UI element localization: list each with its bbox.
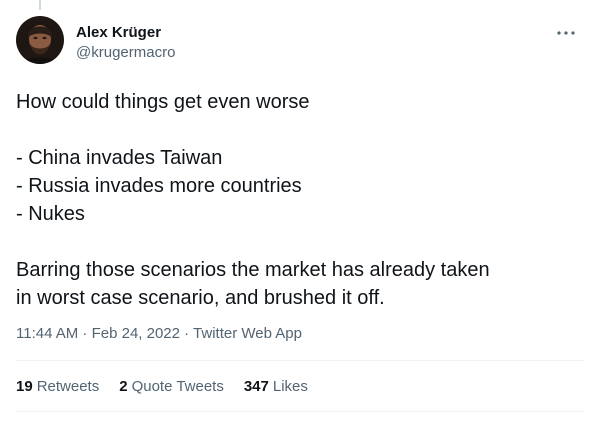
tweet-line: - China invades Taiwan	[16, 147, 223, 169]
tweet-line: - Nukes	[16, 203, 85, 225]
retweets-stat[interactable]: 19 Retweets	[16, 378, 99, 395]
thread-connector-line	[39, 0, 41, 10]
likes-count: 347	[243, 377, 269, 395]
display-name[interactable]: Alex Krüger	[76, 23, 175, 43]
quote-tweets-stat[interactable]: 2 Quote Tweets	[119, 378, 224, 395]
tweet-line: How could things get even worse	[16, 91, 310, 113]
user-identity[interactable]: Alex Krüger @krugermacro	[76, 23, 175, 63]
tweet-line: in worst case scenario, and brushed it o…	[16, 287, 385, 309]
likes-label: Likes	[272, 377, 308, 395]
tweet-line: - Russia invades more countries	[16, 175, 302, 197]
tweet-header: Alex Krüger @krugermacro	[16, 12, 584, 70]
retweets-label: Retweets	[36, 377, 100, 395]
more-options-button[interactable]	[556, 26, 576, 40]
quote-tweets-label: Quote Tweets	[131, 377, 224, 395]
tweet-stats: 19 Retweets 2 Quote Tweets 347 Likes	[16, 361, 584, 411]
tweet-timestamp[interactable]: 11:44 AM · Feb 24, 2022 · Twitter Web Ap…	[16, 324, 584, 344]
more-horizontal-icon	[557, 31, 575, 35]
tweet-line: Barring those scenarios the market has a…	[16, 259, 490, 281]
divider	[16, 411, 584, 412]
tweet-detail: Alex Krüger @krugermacro How could thing…	[16, 12, 584, 412]
avatar[interactable]	[16, 16, 64, 64]
quote-tweets-count: 2	[119, 377, 128, 395]
tweet-text: How could things get even worse - China …	[16, 88, 576, 312]
user-handle[interactable]: @krugermacro	[76, 43, 175, 63]
likes-stat[interactable]: 347 Likes	[244, 378, 308, 395]
retweets-count: 19	[16, 377, 33, 395]
